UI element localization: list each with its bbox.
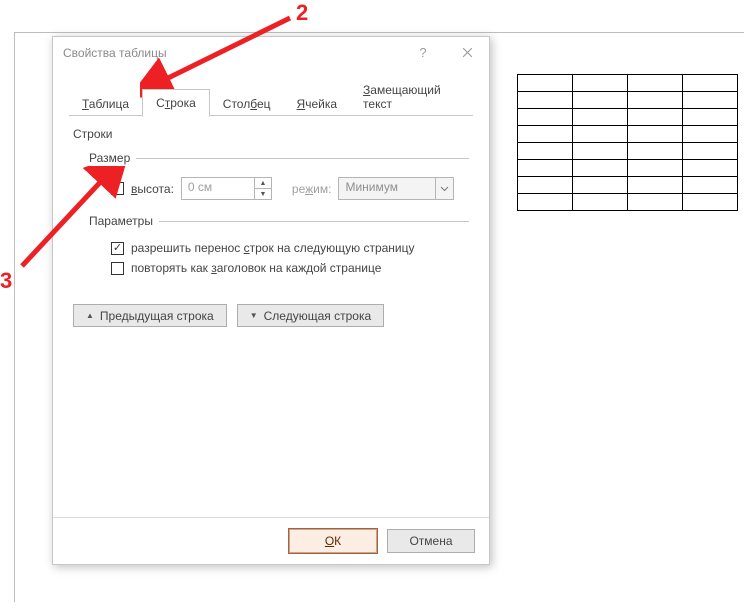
repeat-header-label: повторять как заголовок на каждой страни… <box>131 261 381 275</box>
mode-value: Минимум <box>339 178 435 199</box>
options-group: Параметры разрешить перенос строк на сле… <box>87 214 469 278</box>
tab-strip: Таблица Строка Столбец Ячейка Замещающий… <box>53 68 489 116</box>
document-table <box>517 74 738 211</box>
help-button[interactable]: ? <box>401 37 445 68</box>
options-legend: Параметры <box>87 214 159 228</box>
height-spinner[interactable]: 0 см ▲ ▼ <box>181 177 272 200</box>
spinner-up-icon[interactable]: ▲ <box>255 178 271 189</box>
height-label: высота: <box>131 182 174 196</box>
cancel-button[interactable]: Отмена <box>387 529 475 553</box>
ok-button[interactable]: ОК <box>289 529 377 553</box>
chevron-down-icon <box>435 178 453 199</box>
close-icon <box>462 47 473 58</box>
repeat-header-checkbox[interactable] <box>111 262 124 275</box>
size-legend: Размер <box>87 151 136 165</box>
annotation-number-2: 2 <box>296 0 308 26</box>
tab-row[interactable]: Строка <box>142 89 210 117</box>
dialog-title: Свойства таблицы <box>53 46 401 60</box>
tab-column[interactable]: Столбец <box>210 91 284 117</box>
spinner-buttons[interactable]: ▲ ▼ <box>254 178 271 199</box>
table-properties-dialog: Свойства таблицы ? Таблица Строка Столбе… <box>52 36 490 565</box>
tab-alt-text[interactable]: Замещающий текст <box>350 77 473 117</box>
annotation-number-3: 3 <box>0 268 12 294</box>
titlebar: Свойства таблицы ? <box>53 37 489 68</box>
mode-label: режим: <box>292 182 332 196</box>
spinner-down-icon[interactable]: ▼ <box>255 189 271 199</box>
triangle-down-icon: ▼ <box>250 311 258 320</box>
height-checkbox[interactable] <box>111 182 124 195</box>
allow-break-checkbox[interactable] <box>111 242 124 255</box>
close-button[interactable] <box>445 37 489 68</box>
dialog-body: Строки Размер высота: 0 см ▲ ▼ режим: <box>53 116 489 327</box>
tab-table[interactable]: Таблица <box>69 91 142 117</box>
row-nav: ▲ Предыдущая строка ▼ Следующая строка <box>73 290 469 327</box>
tab-cell[interactable]: Ячейка <box>284 91 351 117</box>
dialog-footer: ОК Отмена <box>53 517 489 564</box>
mode-select[interactable]: Минимум <box>338 177 454 200</box>
allow-break-label: разрешить перенос строк на следующую стр… <box>131 241 415 255</box>
size-group: Размер высота: 0 см ▲ ▼ режим: <box>87 151 469 202</box>
triangle-up-icon: ▲ <box>86 311 94 320</box>
height-value: 0 см <box>182 178 254 199</box>
next-row-button[interactable]: ▼ Следующая строка <box>237 304 384 327</box>
rows-label: Строки <box>73 127 469 145</box>
previous-row-button[interactable]: ▲ Предыдущая строка <box>73 304 227 327</box>
